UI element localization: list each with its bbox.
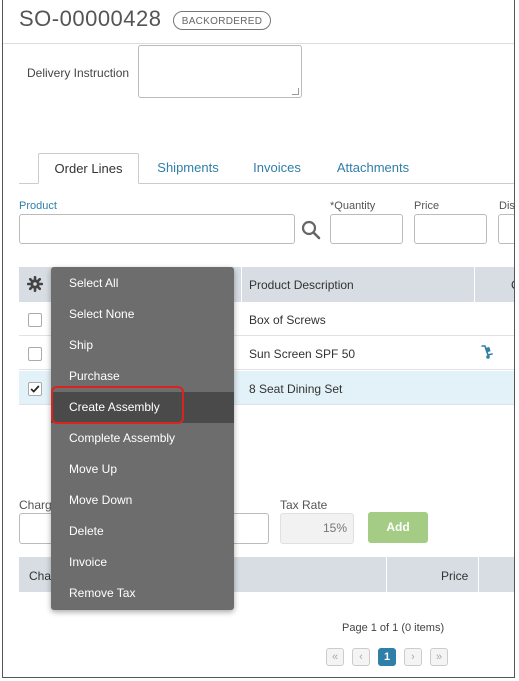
pager-next-button[interactable]: › xyxy=(404,648,422,666)
quantity-label: *Quantity xyxy=(330,200,376,212)
tab-attachments[interactable]: Attachments xyxy=(328,153,418,183)
status-badge: BACKORDERED xyxy=(173,11,271,30)
pager-page-current[interactable]: 1 xyxy=(378,648,396,666)
column-header-c[interactable]: C xyxy=(511,278,514,292)
product-input[interactable] xyxy=(19,214,295,244)
hand-truck-icon[interactable] xyxy=(480,344,494,360)
menu-item-complete-assembly[interactable]: Complete Assembly xyxy=(51,423,234,454)
header-divider xyxy=(3,43,514,44)
column-separator xyxy=(478,557,479,592)
add-charge-button[interactable]: Add xyxy=(368,512,428,543)
sales-order-window: SO-00000428 BACKORDERED Delivery Instruc… xyxy=(2,0,515,678)
tab-shipments[interactable]: Shipments xyxy=(146,153,230,183)
price-input[interactable] xyxy=(414,214,487,244)
column-separator xyxy=(386,557,387,592)
product-label: Product xyxy=(19,200,57,212)
charge-label: Charg xyxy=(19,498,52,512)
pager-summary: Page 1 of 1 (0 items) xyxy=(342,622,445,634)
order-number-title: SO-00000428 xyxy=(19,6,162,31)
search-icon[interactable] xyxy=(300,219,322,241)
delivery-instruction-textarea[interactable] xyxy=(138,45,302,98)
menu-item-invoice[interactable]: Invoice xyxy=(51,547,234,578)
tab-order-lines[interactable]: Order Lines xyxy=(38,153,139,184)
menu-item-select-all[interactable]: Select All xyxy=(51,268,234,299)
price-label: Price xyxy=(414,200,440,212)
row-checkbox[interactable] xyxy=(28,347,42,361)
row-product-description: Box of Screws xyxy=(249,313,326,327)
menu-item-remove-tax[interactable]: Remove Tax xyxy=(51,578,234,609)
quantity-input[interactable] xyxy=(330,214,403,244)
row-product-description: 8 Seat Dining Set xyxy=(249,382,343,396)
row-checkbox-checked[interactable] xyxy=(28,382,42,396)
menu-item-select-none[interactable]: Select None xyxy=(51,299,234,330)
menu-item-ship[interactable]: Ship xyxy=(51,330,234,361)
column-header-charge[interactable]: Cha xyxy=(29,569,51,583)
pager-prev-button[interactable]: ‹ xyxy=(352,648,370,666)
tax-rate-field[interactable]: 15% xyxy=(280,513,354,544)
annotation-highlight-box xyxy=(51,386,184,424)
menu-item-move-up[interactable]: Move Up xyxy=(51,454,234,485)
column-header-price[interactable]: Price xyxy=(441,569,468,583)
gear-icon[interactable] xyxy=(27,276,43,292)
menu-item-delete[interactable]: Delete xyxy=(51,516,234,547)
discount-label: Dis xyxy=(499,200,515,212)
pager-first-button[interactable]: « xyxy=(326,648,344,666)
menu-item-move-down[interactable]: Move Down xyxy=(51,485,234,516)
row-product-description: Sun Screen SPF 50 xyxy=(249,347,356,361)
column-separator xyxy=(474,267,475,302)
checkmark-icon xyxy=(30,385,40,393)
pager-last-button[interactable]: » xyxy=(430,648,448,666)
discount-input[interactable] xyxy=(498,214,514,244)
tab-invoices[interactable]: Invoices xyxy=(243,153,311,183)
column-separator xyxy=(241,267,242,302)
delivery-instruction-label: Delivery Instruction xyxy=(27,66,130,80)
tax-rate-label: Tax Rate xyxy=(280,498,328,512)
order-lines-context-menu: Select All Select None Ship Purchase Cre… xyxy=(51,267,234,610)
row-checkbox[interactable] xyxy=(28,313,42,327)
column-header-product-description[interactable]: Product Description xyxy=(249,278,354,292)
